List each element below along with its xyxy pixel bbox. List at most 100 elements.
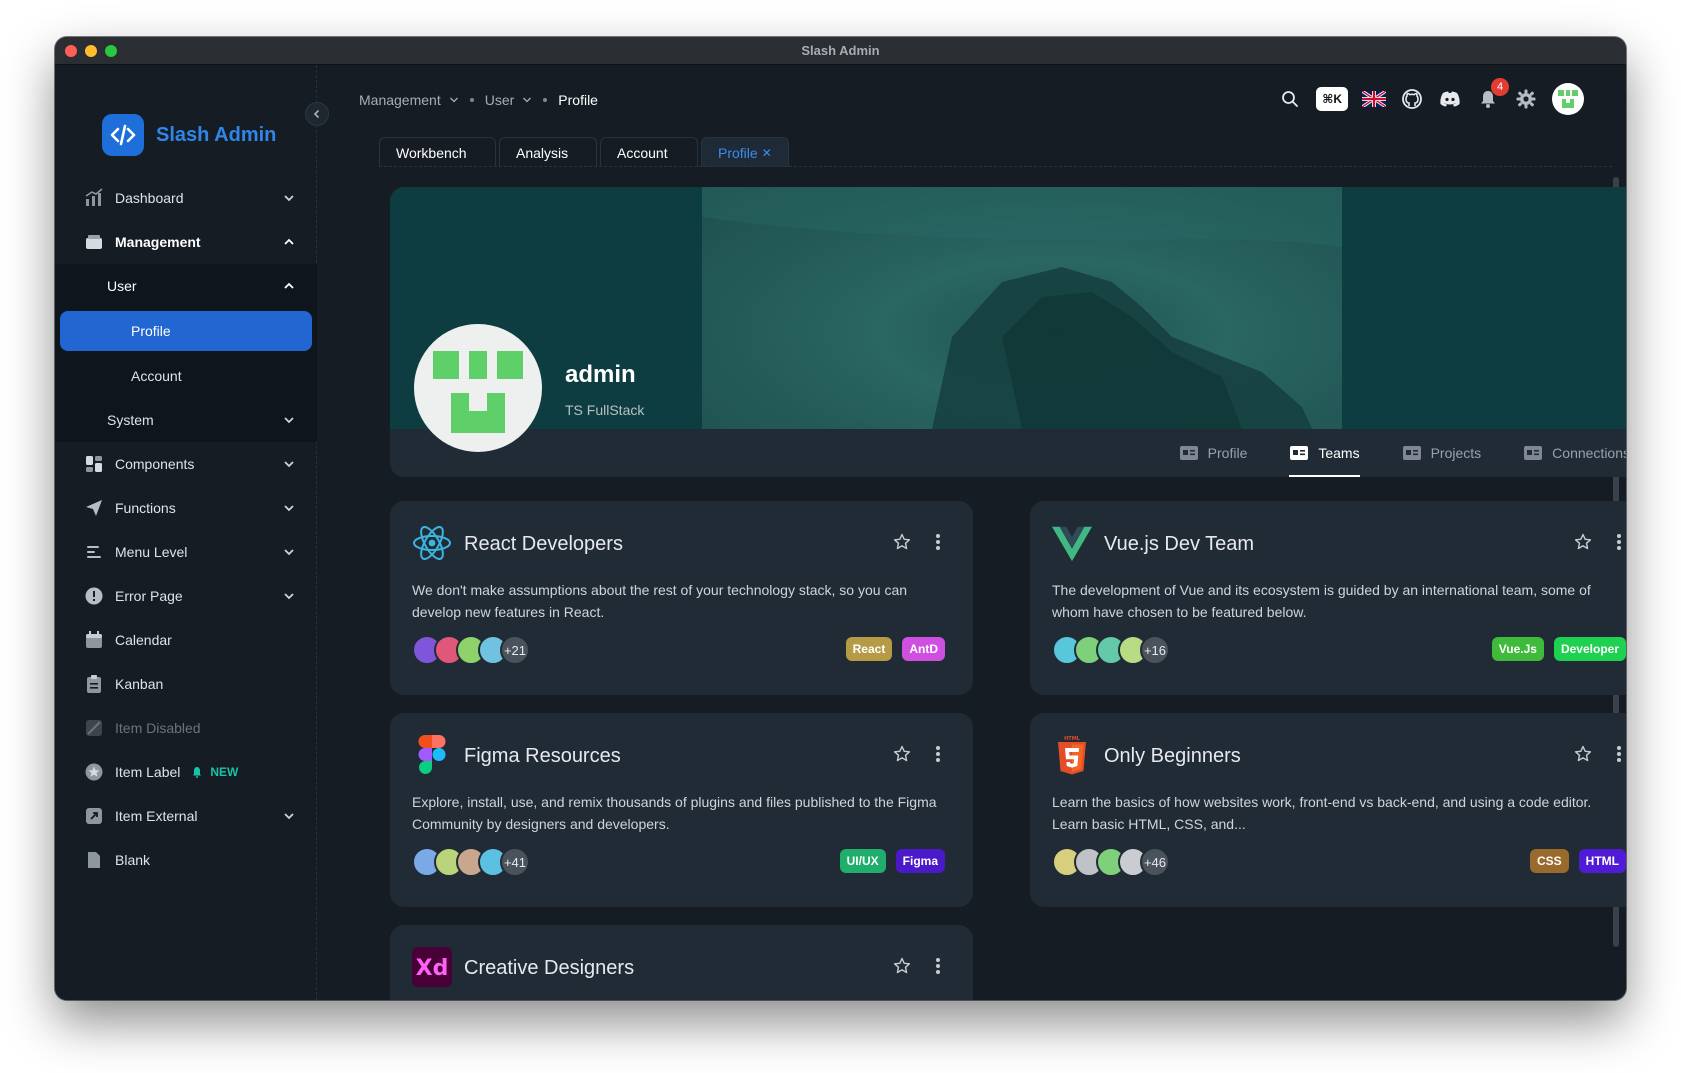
close-tab-icon[interactable]: ✕ bbox=[762, 146, 772, 160]
sidebar-item-management[interactable]: Management bbox=[55, 220, 317, 264]
discord-icon[interactable] bbox=[1438, 87, 1462, 111]
code-logo-icon bbox=[102, 114, 144, 156]
breadcrumb-user[interactable]: User bbox=[485, 92, 515, 108]
vue-logo-icon bbox=[1052, 523, 1092, 563]
team-name: React Developers bbox=[464, 533, 623, 555]
sidebar-item-label: Item Disabled bbox=[115, 720, 201, 736]
profile-tabs: Profile Teams Projects Connections bbox=[1179, 429, 1626, 477]
profile-tab-profile[interactable]: Profile bbox=[1179, 429, 1247, 477]
brand[interactable]: Slash Admin bbox=[102, 114, 276, 156]
calendar-icon bbox=[83, 629, 105, 651]
profile-cover-card: admin TS FullStack Profile Teams Project… bbox=[390, 187, 1626, 477]
more-options-icon[interactable] bbox=[935, 533, 941, 556]
sidebar: Slash Admin Dashboard Management User Pr… bbox=[55, 65, 317, 1000]
figma-logo-icon bbox=[412, 735, 452, 775]
tab-profile[interactable]: Profile ✕ bbox=[701, 137, 789, 167]
profile-tab-connections[interactable]: Connections bbox=[1523, 429, 1626, 477]
star-icon[interactable] bbox=[893, 957, 911, 980]
tab-analysis[interactable]: Analysis bbox=[499, 137, 597, 167]
profile-name: admin bbox=[565, 361, 636, 388]
chevron-down-icon bbox=[283, 809, 295, 825]
id-card-icon bbox=[1402, 446, 1421, 460]
sidebar-item-label: System bbox=[107, 412, 154, 428]
breadcrumb-separator bbox=[469, 98, 474, 102]
adobe-xd-logo-icon: Xd bbox=[412, 947, 452, 987]
more-options-icon[interactable] bbox=[935, 957, 941, 980]
sidebar-item-label-item[interactable]: Item Label NEW bbox=[55, 750, 317, 794]
star-icon[interactable] bbox=[1574, 533, 1592, 556]
user-avatar[interactable] bbox=[1552, 83, 1584, 115]
html5-logo-icon: HTML bbox=[1052, 735, 1092, 775]
member-avatars: +41 bbox=[412, 847, 530, 877]
tab-account[interactable]: Account bbox=[600, 137, 698, 167]
disabled-icon bbox=[83, 717, 105, 739]
sidebar-item-external[interactable]: Item External bbox=[55, 794, 317, 838]
sidebar-item-label: Item External bbox=[115, 808, 198, 824]
member-count[interactable]: +21 bbox=[500, 635, 530, 665]
profile-tab-projects[interactable]: Projects bbox=[1402, 429, 1481, 477]
uk-flag-icon[interactable] bbox=[1362, 87, 1386, 111]
sidebar-item-kanban[interactable]: Kanban bbox=[55, 662, 317, 706]
breadcrumb: Management User Profile bbox=[359, 92, 598, 108]
sidebar-item-label: Blank bbox=[115, 852, 151, 868]
profile-role: TS FullStack bbox=[565, 402, 645, 418]
id-card-icon bbox=[1524, 446, 1543, 460]
star-icon[interactable] bbox=[893, 745, 911, 768]
sidebar-item-components[interactable]: Components bbox=[55, 442, 317, 486]
star-icon[interactable] bbox=[893, 533, 911, 556]
settings-gear-icon[interactable] bbox=[1514, 87, 1538, 111]
sidebar-item-label: User bbox=[107, 278, 137, 294]
svg-text:HTML: HTML bbox=[1064, 736, 1081, 742]
sidebar-item-system[interactable]: System bbox=[55, 398, 317, 442]
tag-developer: Developer bbox=[1553, 637, 1626, 661]
notification-bell-icon[interactable]: 4 bbox=[1476, 78, 1509, 111]
member-count[interactable]: +41 bbox=[500, 847, 530, 877]
star-icon[interactable] bbox=[1574, 745, 1592, 768]
chevron-down-icon bbox=[283, 457, 295, 473]
team-name: Only Beginners bbox=[1104, 745, 1241, 767]
more-options-icon[interactable] bbox=[935, 745, 941, 768]
sidebar-item-dashboard[interactable]: Dashboard bbox=[55, 176, 317, 220]
maximize-window-button[interactable] bbox=[105, 45, 117, 57]
bell-icon bbox=[193, 767, 202, 778]
profile-tab-teams[interactable]: Teams bbox=[1289, 429, 1360, 477]
window-controls bbox=[65, 45, 117, 57]
more-options-icon[interactable] bbox=[1616, 745, 1622, 768]
sidebar-item-label: Components bbox=[115, 456, 195, 472]
sidebar-item-calendar[interactable]: Calendar bbox=[55, 618, 317, 662]
react-logo-icon bbox=[412, 523, 452, 563]
file-icon bbox=[83, 849, 105, 871]
sidebar-item-error-page[interactable]: Error Page bbox=[55, 574, 317, 618]
close-window-button[interactable] bbox=[65, 45, 77, 57]
id-card-icon bbox=[1290, 446, 1309, 460]
sidebar-item-blank[interactable]: Blank bbox=[55, 838, 317, 882]
sidebar-item-label: Calendar bbox=[115, 632, 172, 648]
chevron-down-icon bbox=[283, 501, 295, 517]
breadcrumb-management[interactable]: Management bbox=[359, 92, 441, 108]
user-submenu: Profile Account bbox=[55, 311, 317, 398]
svg-text:Xd: Xd bbox=[416, 956, 449, 981]
management-submenu: User Profile Account System bbox=[55, 264, 317, 442]
chevron-down-icon bbox=[283, 545, 295, 561]
sidebar-item-account[interactable]: Account bbox=[55, 354, 317, 398]
collapse-sidebar-button[interactable] bbox=[305, 102, 329, 126]
sidebar-item-functions[interactable]: Functions bbox=[55, 486, 317, 530]
team-tags: Vue.Js Developer bbox=[1491, 637, 1626, 661]
team-description: Explore, install, use, and remix thousan… bbox=[412, 794, 937, 832]
tabs-divider bbox=[379, 166, 1612, 167]
member-count[interactable]: +16 bbox=[1140, 635, 1170, 665]
github-icon[interactable] bbox=[1400, 87, 1424, 111]
search-shortcut[interactable]: ⌘K bbox=[1316, 87, 1348, 111]
sidebar-item-user[interactable]: User bbox=[55, 264, 317, 308]
member-count[interactable]: +46 bbox=[1140, 847, 1170, 877]
sidebar-item-menu-level[interactable]: Menu Level bbox=[55, 530, 317, 574]
window-title: Slash Admin bbox=[801, 43, 880, 58]
sidebar-item-profile[interactable]: Profile bbox=[60, 311, 312, 351]
minimize-window-button[interactable] bbox=[85, 45, 97, 57]
tab-workbench[interactable]: Workbench bbox=[379, 137, 496, 167]
profile-avatar bbox=[414, 324, 542, 452]
sidebar-item-label: Menu Level bbox=[115, 544, 188, 560]
tag-css: CSS bbox=[1529, 849, 1569, 873]
search-icon[interactable] bbox=[1278, 87, 1302, 111]
more-options-icon[interactable] bbox=[1616, 533, 1622, 556]
